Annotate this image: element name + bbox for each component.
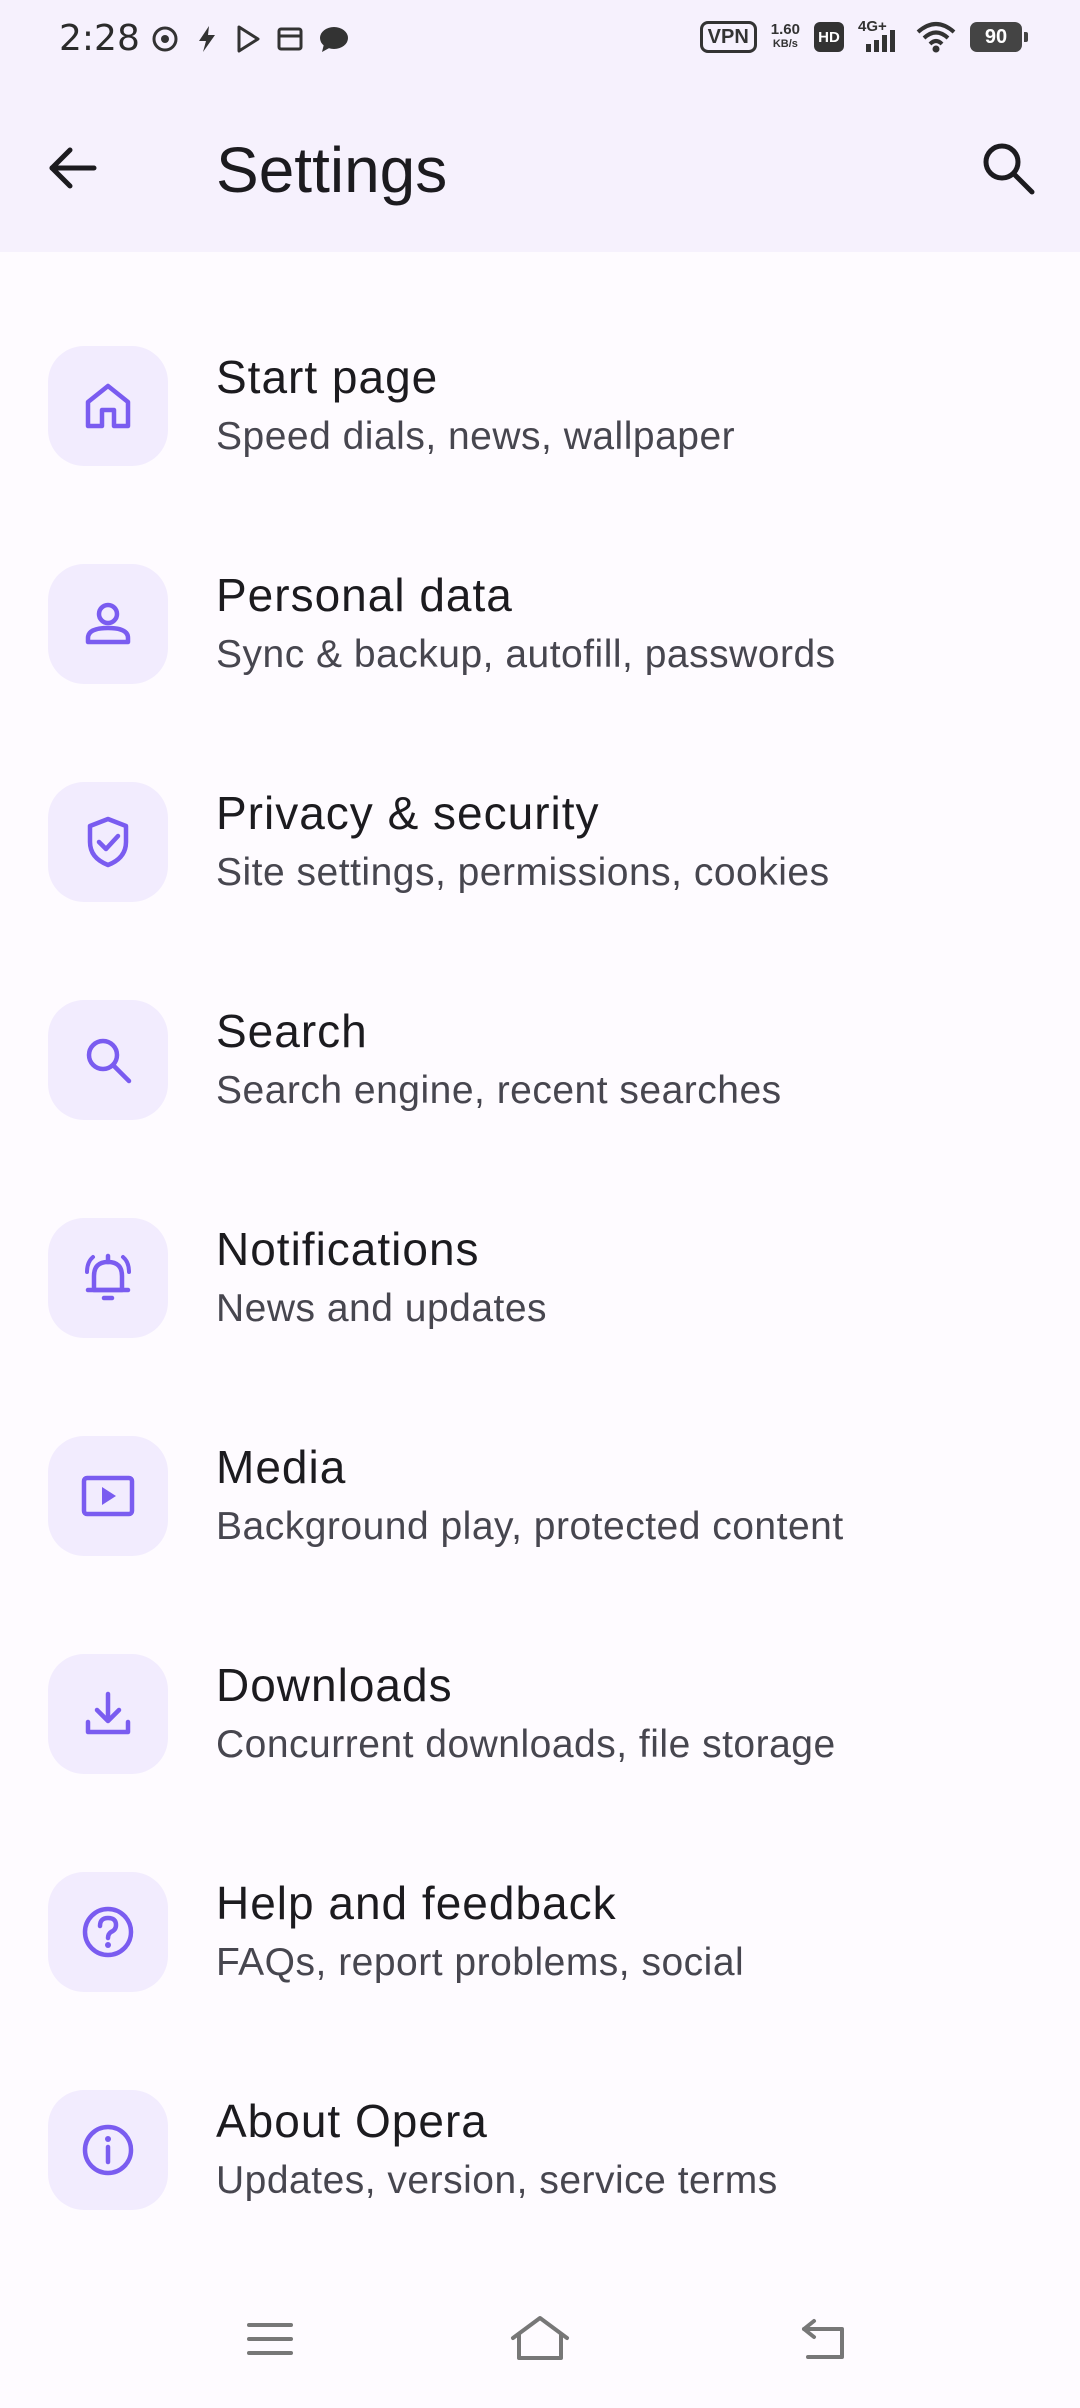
settings-item-media[interactable]: Media Background play, protected content	[0, 1390, 1080, 1608]
shield-check-icon	[87, 816, 129, 868]
back-button[interactable]	[28, 124, 116, 212]
arrow-left-icon	[49, 147, 97, 189]
calendar-icon	[277, 27, 303, 51]
settings-item-start-page[interactable]: Start page Speed dials, news, wallpaper	[0, 300, 1080, 518]
item-title: Media	[216, 1441, 347, 1493]
item-icon-container	[48, 782, 168, 902]
cell-signal-icon	[866, 30, 895, 52]
item-icon-container	[48, 346, 168, 466]
item-subtitle: Background play, protected content	[216, 1505, 844, 1548]
net-speed-value: 1.60	[770, 21, 800, 38]
nav-home-button[interactable]	[500, 2304, 580, 2374]
hd-badge: HD	[814, 22, 844, 52]
item-subtitle: Search engine, recent searches	[216, 1069, 782, 1112]
status-time: 2:28	[59, 18, 140, 59]
person-icon	[85, 602, 131, 645]
item-title: Personal data	[216, 569, 513, 621]
item-icon-container	[48, 1654, 168, 1774]
play-box-icon	[81, 1475, 135, 1517]
item-icon-container	[48, 1000, 168, 1120]
chrome-icon	[152, 26, 178, 52]
search-icon	[86, 1038, 132, 1084]
help-circle-icon	[82, 1906, 134, 1958]
item-title: Downloads	[216, 1659, 453, 1711]
notification-icons	[150, 24, 350, 54]
play-store-icon	[237, 25, 260, 53]
settings-item-help-feedback[interactable]: Help and feedback FAQs, report problems,…	[0, 1826, 1080, 2044]
home-outline-icon	[511, 2316, 569, 2360]
system-nav-bar	[0, 2276, 1080, 2408]
item-subtitle: Sync & backup, autofill, passwords	[216, 633, 836, 676]
status-bar: 2:28 VPN 1.60 KB/s HD 4G+ 90	[0, 0, 1080, 84]
item-subtitle: Concurrent downloads, file storage	[216, 1723, 836, 1766]
item-icon-container	[48, 1436, 168, 1556]
item-icon-container	[48, 564, 168, 684]
search-button[interactable]	[964, 124, 1052, 212]
item-title: Notifications	[216, 1223, 480, 1275]
nav-back-button[interactable]	[785, 2304, 865, 2374]
page-title: Settings	[216, 134, 448, 206]
vpn-badge: VPN	[699, 21, 757, 53]
bolt-icon	[199, 26, 215, 52]
settings-item-notifications[interactable]: Notifications News and updates	[0, 1172, 1080, 1390]
wifi-icon	[916, 22, 956, 53]
item-subtitle: Site settings, permissions, cookies	[216, 851, 830, 894]
menu-icon	[247, 2323, 293, 2355]
net-speed: 1.60 KB/s	[771, 22, 800, 52]
info-circle-icon	[82, 2124, 134, 2176]
nav-menu-button[interactable]	[230, 2304, 310, 2374]
item-title: Search	[216, 1005, 368, 1057]
item-title: Start page	[216, 351, 439, 403]
settings-item-search[interactable]: Search Search engine, recent searches	[0, 954, 1080, 1172]
net-speed-unit: KB/s	[772, 38, 798, 50]
item-subtitle: Speed dials, news, wallpaper	[216, 415, 736, 458]
search-icon	[983, 143, 1035, 195]
settings-item-about-opera[interactable]: About Opera Updates, version, service te…	[0, 2044, 1080, 2262]
item-subtitle: Updates, version, service terms	[216, 2159, 778, 2202]
settings-item-personal-data[interactable]: Personal data Sync & backup, autofill, p…	[0, 518, 1080, 736]
item-title: Privacy & security	[216, 787, 600, 839]
cell-signal: 4G+	[858, 18, 902, 54]
back-nav-icon	[802, 2319, 844, 2359]
item-icon-container	[48, 1218, 168, 1338]
item-title: Help and feedback	[216, 1877, 617, 1929]
settings-item-downloads[interactable]: Downloads Concurrent downloads, file sto…	[0, 1608, 1080, 1826]
settings-list: Start page Speed dials, news, wallpaper …	[0, 300, 1080, 2262]
item-icon-container	[48, 2090, 168, 2210]
settings-item-privacy-security[interactable]: Privacy & security Site settings, permis…	[0, 736, 1080, 954]
download-icon	[85, 1691, 131, 1735]
app-bar: Settings	[0, 84, 1080, 252]
item-subtitle: News and updates	[216, 1287, 548, 1330]
item-title: About Opera	[216, 2095, 488, 2147]
settings-screen: 2:28 VPN 1.60 KB/s HD 4G+ 90 Settings St…	[0, 0, 1080, 2408]
item-subtitle: FAQs, report problems, social	[216, 1941, 745, 1984]
status-indicators: VPN 1.60 KB/s HD 4G+ 90	[699, 18, 1028, 54]
home-icon	[85, 383, 131, 429]
chat-icon	[320, 27, 348, 52]
bell-ringing-icon	[85, 1253, 131, 1301]
battery-indicator: 90	[970, 22, 1028, 52]
item-icon-container	[48, 1872, 168, 1992]
